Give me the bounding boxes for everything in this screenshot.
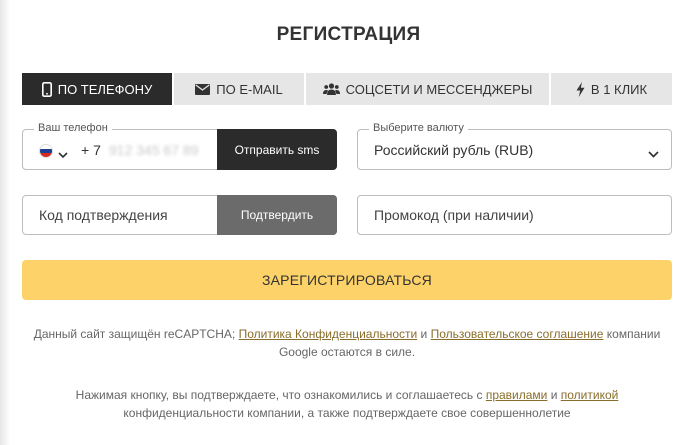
confirmation-code-field[interactable]: Код подтверждения Подтвердить	[22, 195, 337, 235]
chevron-down-icon[interactable]	[58, 146, 68, 164]
note-text: и	[417, 327, 431, 341]
tab-phone[interactable]: ПО ТЕЛЕФОНУ	[22, 73, 174, 105]
confirmation-code-input[interactable]: Код подтверждения	[39, 207, 168, 223]
left-shadow	[0, 0, 10, 445]
tab-social[interactable]: СОЦСЕТИ И МЕССЕНДЖЕРЫ	[306, 73, 551, 105]
currency-select[interactable]: Выберите валюту Российский рубль (RUB)	[357, 122, 672, 170]
phone-input[interactable]: 912 345 67 89	[109, 142, 199, 158]
chevron-down-icon	[648, 145, 659, 163]
user-agreement-link[interactable]: Пользовательское соглашение	[431, 327, 604, 341]
tab-label: ПО E-MAIL	[216, 81, 283, 97]
envelope-icon	[195, 83, 211, 95]
phone-icon	[41, 81, 52, 97]
tab-label: ПО ТЕЛЕФОНУ	[57, 81, 153, 97]
register-button[interactable]: ЗАРЕГИСТРИРОВАТЬСЯ	[22, 260, 672, 300]
privacy-policy-link[interactable]: Политика Конфиденциальности	[239, 327, 418, 341]
note-text: конфиденциальности компании, а также под…	[123, 406, 571, 420]
lightning-icon	[576, 81, 585, 97]
page-title: РЕГИСТРАЦИЯ	[276, 24, 421, 45]
currency-value: Российский рубль (RUB)	[374, 142, 534, 158]
note-text: и	[547, 388, 561, 402]
tab-label: В 1 КЛИК	[590, 81, 648, 97]
phone-label: Ваш телефон	[34, 122, 112, 134]
consent-note: Нажимая кнопку, вы подтверждаете, что оз…	[22, 386, 672, 422]
country-code: + 7	[81, 142, 101, 158]
tab-email[interactable]: ПО E-MAIL	[174, 73, 306, 105]
rules-link[interactable]: правилами	[486, 388, 548, 402]
note-text: Данный сайт защищён reCAPTCHA;	[33, 327, 239, 341]
currency-label: Выберите валюту	[369, 122, 468, 134]
tab-one-click[interactable]: В 1 КЛИК	[551, 73, 672, 105]
users-icon	[322, 83, 340, 95]
registration-tabs: ПО ТЕЛЕФОНУ ПО E-MAIL СОЦСЕТИ И МЕССЕНДЖ…	[22, 73, 672, 105]
privacy-link[interactable]: политикой	[561, 388, 619, 402]
phone-field: Ваш телефон + 7 912 345 67 89 Отправить …	[22, 122, 337, 170]
confirm-button[interactable]: Подтвердить	[217, 195, 337, 235]
russia-flag-icon[interactable]	[39, 144, 53, 158]
recaptcha-note: Данный сайт защищён reCAPTCHA; Политика …	[22, 325, 672, 361]
promo-code-input[interactable]: Промокод (при наличии)	[374, 207, 534, 223]
note-text: Нажимая кнопку, вы подтверждаете, что оз…	[75, 388, 486, 402]
promo-code-field[interactable]: Промокод (при наличии)	[357, 195, 672, 235]
tab-label: СОЦСЕТИ И МЕССЕНДЖЕРЫ	[345, 81, 533, 97]
send-sms-button[interactable]: Отправить sms	[217, 129, 337, 170]
